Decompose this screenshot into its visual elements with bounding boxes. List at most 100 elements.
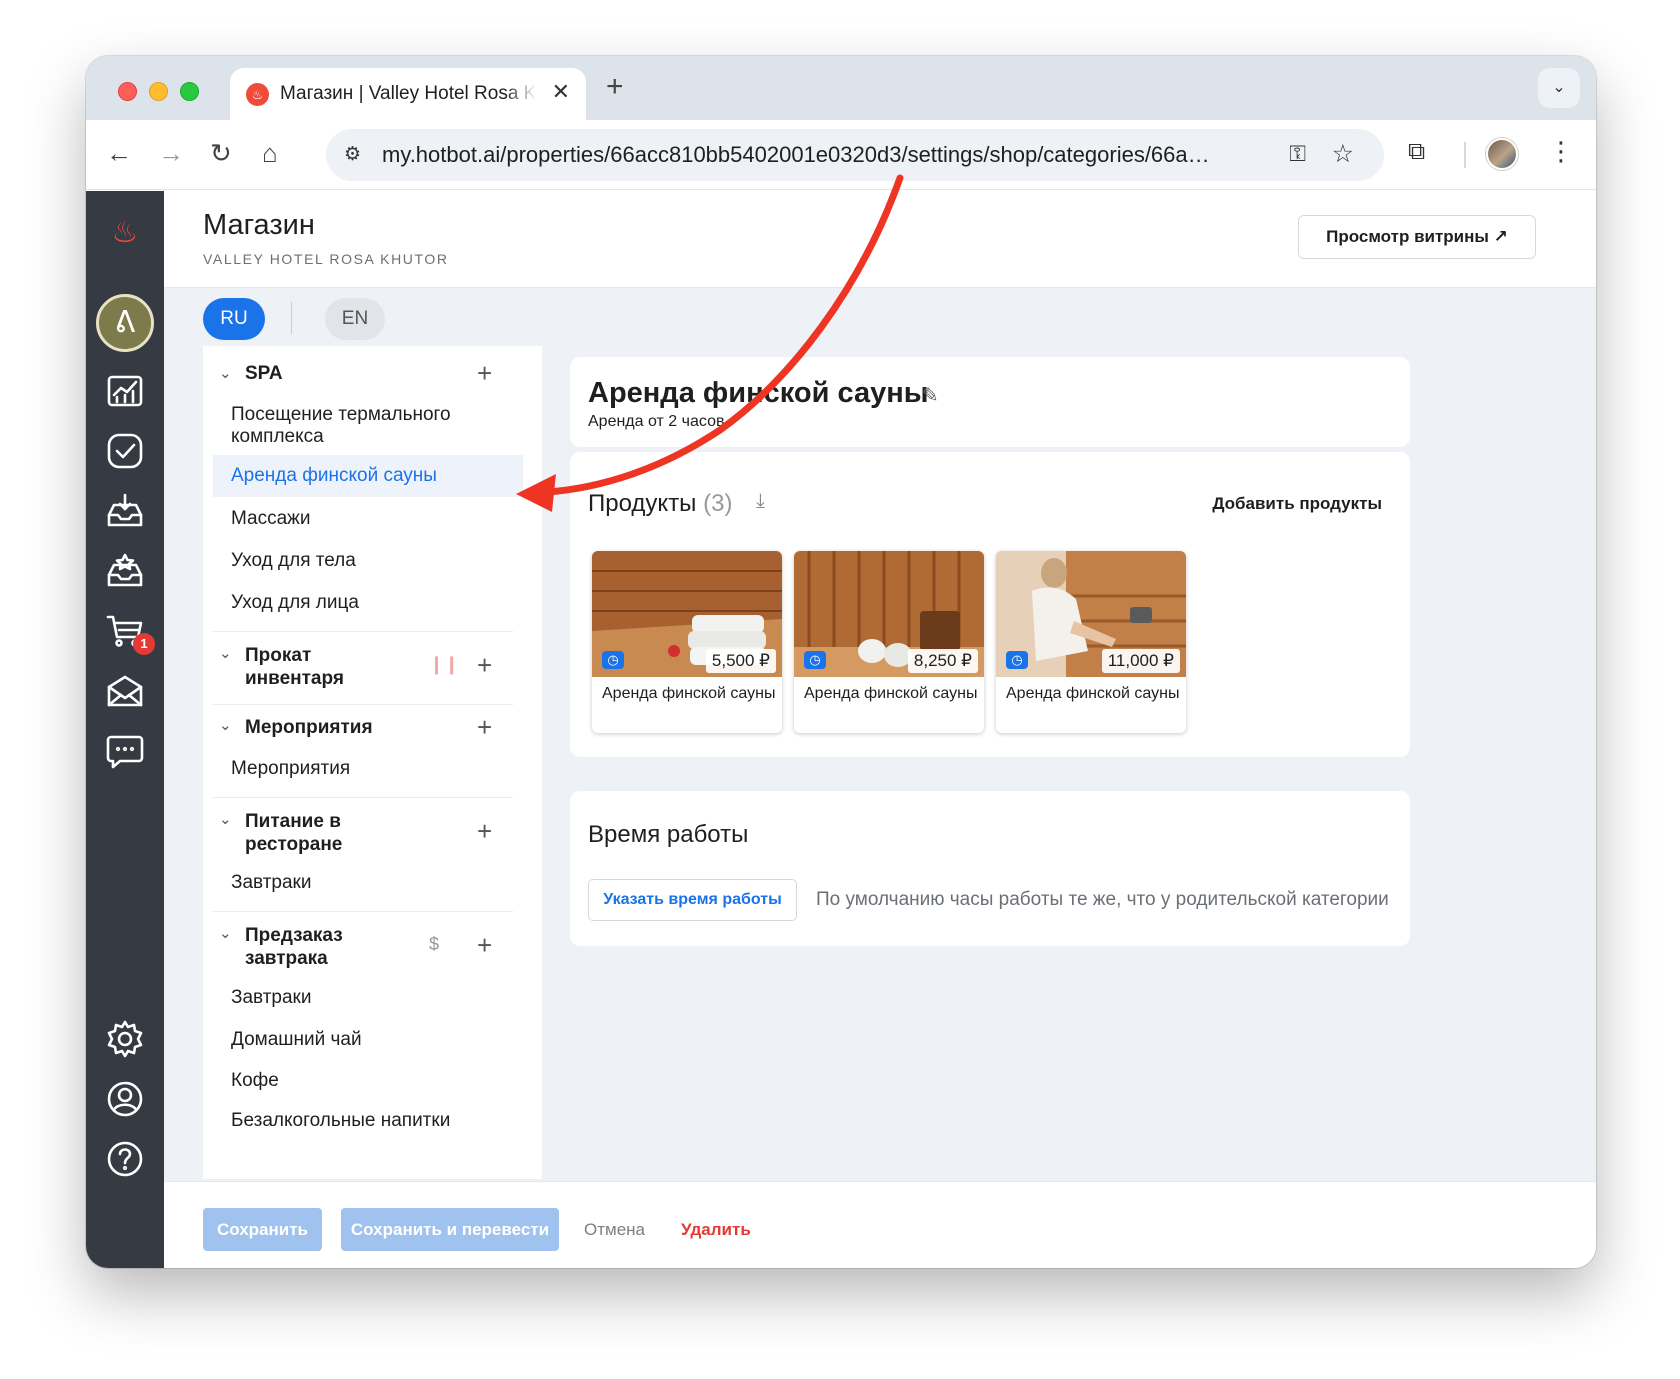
hotel-avatar[interactable]: ᕕ (96, 294, 154, 352)
subcategory-item[interactable]: Завтраки (231, 987, 511, 1009)
address-bar[interactable]: ⚙ my.hotbot.ai/properties/66acc810bb5402… (326, 129, 1384, 181)
maximize-window-button[interactable] (180, 82, 199, 101)
edit-pencil-icon[interactable]: ✎ (922, 383, 939, 408)
browser-tab[interactable]: ♨ Магазин | Valley Hotel Rosa Khutor ✕ (230, 68, 586, 120)
category-tree: ⌄ SPA + Посещение термального комплекса … (203, 346, 542, 1179)
category-name[interactable]: Предзаказ завтрака (245, 924, 395, 970)
hotel-name: VALLEY HOTEL ROSA KHUTOR (203, 251, 449, 267)
url-host: my.hotbot.ai (382, 142, 501, 167)
category-name[interactable]: Прокат инвентаря (245, 644, 415, 690)
product-card[interactable]: ◷ 5,500 ₽ Аренда финской сауны (592, 551, 782, 733)
subcategory-item-active[interactable]: Аренда финской сауны (213, 455, 523, 497)
profile-avatar[interactable] (1486, 138, 1518, 170)
set-hours-button[interactable]: Указать время работы (588, 879, 797, 921)
lang-en-tab[interactable]: EN (325, 298, 385, 340)
site-settings-icon[interactable]: ⚙ (344, 143, 361, 166)
toolbar-divider (1464, 142, 1466, 168)
products-heading-text: Продукты (588, 490, 697, 517)
chevron-down-icon[interactable]: ⌄ (219, 924, 232, 942)
category-divider (213, 797, 513, 798)
subcategory-item[interactable]: Завтраки (231, 872, 511, 894)
products-heading: Продукты (3) (588, 490, 732, 518)
chevron-down-icon[interactable]: ⌄ (219, 810, 232, 828)
category-header-card: Аренда финской сауны ✎ Аренда от 2 часов… (570, 357, 1410, 447)
subcategory-item[interactable]: Домашний чай (231, 1029, 511, 1051)
cancel-button[interactable]: Отмена (584, 1220, 645, 1240)
download-icon[interactable]: ⤓ (756, 490, 765, 513)
category-divider (213, 911, 513, 912)
add-subcategory-icon[interactable]: + (477, 652, 492, 678)
add-subcategory-icon[interactable]: + (477, 818, 492, 844)
tab-strip: ♨ Магазин | Valley Hotel Rosa Khutor ✕ +… (86, 56, 1596, 120)
tab-close-icon[interactable]: ✕ (552, 80, 570, 104)
menu-icon[interactable]: ⋮ (1548, 136, 1574, 166)
chevron-down-icon[interactable]: ⌄ (219, 716, 232, 734)
add-subcategory-icon[interactable]: + (477, 932, 492, 958)
extensions-icon[interactable]: ⧉ (1408, 138, 1425, 166)
profile-icon[interactable] (105, 1079, 145, 1119)
category-name[interactable]: SPA (245, 362, 283, 385)
settings-icon[interactable] (105, 1019, 145, 1059)
add-subcategory-icon[interactable]: + (477, 360, 492, 386)
category-title: Аренда финской сауны (588, 377, 929, 409)
save-button[interactable]: Сохранить (203, 1208, 322, 1251)
tasks-icon[interactable] (105, 431, 145, 471)
new-tab-button[interactable]: + (606, 70, 624, 104)
save-and-translate-button[interactable]: Сохранить и перевести (341, 1208, 559, 1251)
close-window-button[interactable] (118, 82, 137, 101)
chevron-down-icon[interactable]: ⌄ (219, 364, 232, 382)
help-icon[interactable] (105, 1139, 145, 1179)
lang-divider (291, 302, 292, 334)
back-icon[interactable]: ← (106, 138, 132, 168)
analytics-icon[interactable] (105, 371, 145, 411)
category-name[interactable]: Питание в ресторане (245, 810, 395, 856)
product-name: Аренда финской сауны (804, 685, 978, 702)
tab-search-button[interactable]: ⌄ (1538, 68, 1580, 108)
hours-note: По умолчанию часы работы те же, что у ро… (816, 889, 1389, 910)
delete-button[interactable]: Удалить (681, 1220, 751, 1240)
key-icon[interactable]: ⚿ (1289, 141, 1306, 167)
hotbot-logo-icon[interactable]: ♨ (105, 213, 145, 253)
product-card[interactable]: ◷ 8,250 ₽ Аренда финской сауны (794, 551, 984, 733)
subcategory-item[interactable]: Мероприятия (231, 758, 511, 780)
paid-category-icon: $ (429, 934, 440, 954)
working-hours-card: Время работы Указать время работы По умо… (570, 791, 1410, 946)
language-switcher: RU EN (164, 288, 1596, 346)
subcategory-item[interactable]: Уход для лица (231, 592, 511, 614)
products-count: (3) (703, 490, 733, 517)
subcategory-item[interactable]: Уход для тела (231, 550, 511, 572)
browser-window: ♨ Магазин | Valley Hotel Rosa Khutor ✕ +… (86, 56, 1596, 1268)
schedule-icon: ◷ (804, 651, 826, 669)
products-card: Продукты (3) ⤓ Добавить продукты ◷ 5,500… (570, 452, 1410, 757)
subcategory-item[interactable]: Безалкогольные напитки (231, 1110, 511, 1132)
forward-icon[interactable]: → (158, 138, 184, 168)
url-text[interactable]: my.hotbot.ai/properties/66acc810bb540200… (382, 142, 1210, 168)
chat-icon[interactable] (105, 731, 145, 771)
category-divider (213, 631, 513, 632)
category-divider (213, 704, 513, 705)
reload-icon[interactable]: ↻ (210, 138, 232, 168)
subcategory-item[interactable]: Кофе (231, 1070, 511, 1092)
pause-icon: ❙❙ (429, 654, 460, 674)
url-path: /properties/66acc810bb5402001e0320d3/set… (500, 142, 1210, 167)
product-price: 8,250 ₽ (907, 649, 978, 673)
category-name[interactable]: Мероприятия (245, 716, 373, 739)
add-products-button[interactable]: Добавить продукты (1212, 494, 1382, 514)
minimize-window-button[interactable] (149, 82, 168, 101)
mail-icon[interactable] (105, 671, 145, 711)
lang-ru-tab[interactable]: RU (203, 298, 265, 340)
product-card[interactable]: ◷ 11,000 ₽ Аренда финской сауны (996, 551, 1186, 733)
subcategory-item[interactable]: Посещение термального комплекса (231, 404, 511, 448)
home-icon[interactable]: ⌂ (262, 138, 278, 168)
preview-storefront-button[interactable]: Просмотр витрины ↗ (1298, 215, 1536, 259)
star-icon[interactable]: ☆ (1332, 139, 1354, 169)
browser-toolbar: ← → ↻ ⌂ ⚙ my.hotbot.ai/properties/66acc8… (86, 120, 1596, 190)
reviews-icon[interactable] (105, 551, 145, 591)
product-price: 11,000 ₽ (1101, 649, 1180, 673)
app-area: ♨ ᕕ 1 Магазин VALLEY HOTEL ROSA KHUTOR П… (86, 191, 1596, 1268)
subcategory-item[interactable]: Массажи (231, 508, 511, 530)
hours-title: Время работы (588, 821, 749, 848)
add-subcategory-icon[interactable]: + (477, 714, 492, 740)
inbox-icon[interactable] (105, 491, 145, 531)
chevron-down-icon[interactable]: ⌄ (219, 644, 232, 662)
